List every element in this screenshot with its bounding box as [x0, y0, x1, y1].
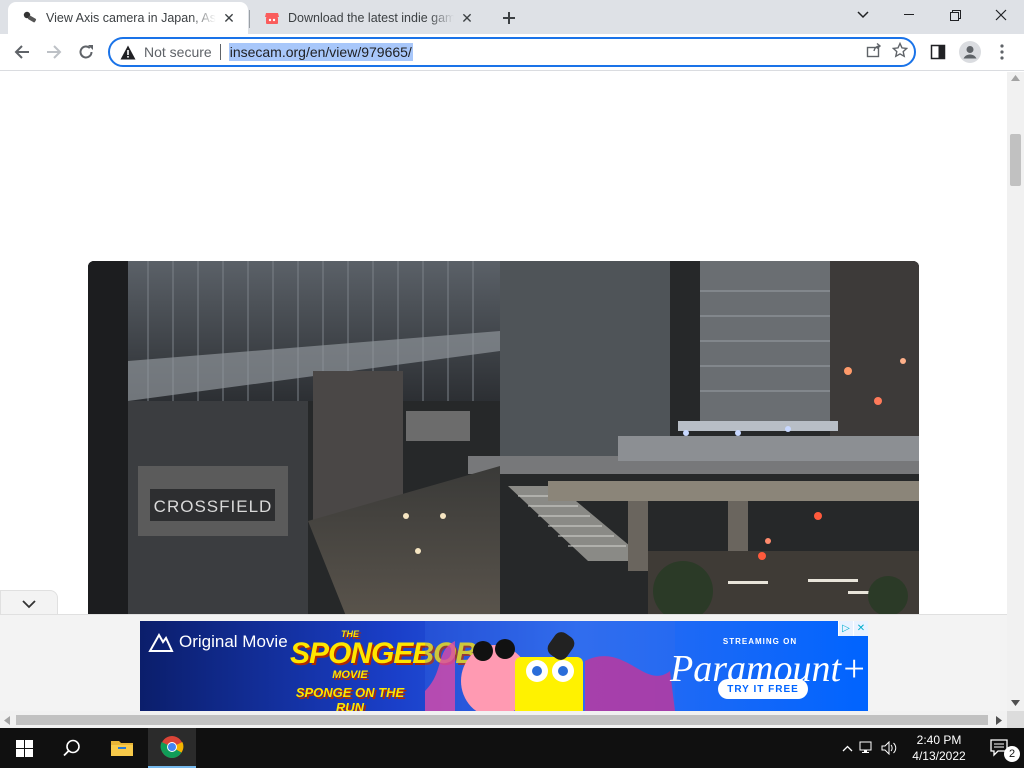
arrow-right-icon: [47, 45, 62, 59]
bookmark-star-icon[interactable]: [891, 41, 909, 63]
ad-original-movie-label: Original Movie: [179, 632, 288, 651]
minimize-icon: [904, 14, 914, 15]
new-tab-button[interactable]: [497, 6, 521, 30]
chrome-taskbar-button[interactable]: [148, 728, 196, 768]
address-bar[interactable]: Not secure insecam.org/en/view/979665/: [108, 37, 916, 67]
tab-title: Download the latest indie games: [288, 11, 454, 25]
restore-icon: [949, 9, 961, 21]
ad-spongebob-title: THE SPONGEBOB MOVIE SPONGE ON THE RUN: [290, 629, 477, 711]
scrollbar-corner: [1007, 711, 1024, 728]
ad-title-main: SPONGEBOB: [290, 637, 477, 670]
horizontal-scrollbar[interactable]: [0, 711, 1007, 728]
tab-close-icon[interactable]: ✕: [220, 9, 238, 27]
profile-avatar-icon: [959, 41, 981, 63]
tab-strip: View Axis camera in Japan, Asahi ✕ Downl…: [0, 0, 1024, 34]
scroll-down-arrow-icon[interactable]: [1011, 700, 1020, 706]
ad-characters-image: [425, 621, 675, 711]
security-status[interactable]: Not secure: [144, 44, 212, 60]
profile-button[interactable]: [956, 38, 984, 66]
reload-icon: [79, 45, 93, 59]
forward-button[interactable]: [40, 38, 68, 66]
system-tray: [838, 728, 900, 768]
plus-icon: [503, 12, 515, 24]
close-window-button[interactable]: [978, 0, 1024, 30]
camera-favicon-icon: [22, 10, 38, 26]
svg-text:CROSSFIELD: CROSSFIELD: [154, 497, 273, 516]
minimize-button[interactable]: [886, 0, 932, 30]
search-icon: [63, 739, 80, 757]
ad-title-sub: MOVIE: [332, 669, 368, 681]
close-icon: [995, 9, 1007, 21]
volume-icon[interactable]: [878, 741, 900, 755]
show-hidden-icons-chevron-up-icon[interactable]: [838, 745, 856, 752]
kebab-menu-icon: [1000, 44, 1004, 60]
ad-choices[interactable]: ▷ ✕: [838, 621, 868, 636]
tab-camera[interactable]: View Axis camera in Japan, Asahi ✕: [8, 2, 248, 34]
clock-date: 4/13/2022: [912, 749, 966, 763]
ad-info-icon[interactable]: ▷: [838, 621, 853, 636]
ad-tagline: SPONGE ON THE RUN: [295, 685, 405, 711]
start-button[interactable]: [0, 728, 48, 768]
windows-taskbar: 2:40 PM 4/13/2022 2: [0, 728, 1024, 768]
vertical-scroll-thumb[interactable]: [1010, 134, 1021, 186]
back-button[interactable]: [8, 38, 36, 66]
notification-count-badge: 2: [1004, 746, 1020, 762]
chevron-down-icon: [857, 11, 869, 19]
ad-try-free-button[interactable]: TRY IT FREE: [718, 679, 808, 699]
ad-close-icon[interactable]: ✕: [853, 621, 868, 636]
clock-time: 2:40 PM: [916, 733, 962, 747]
share-icon[interactable]: [866, 42, 882, 63]
url-text[interactable]: insecam.org/en/view/979665/: [228, 43, 413, 61]
file-explorer-icon: [111, 741, 133, 756]
browser-toolbar: Not secure insecam.org/en/view/979665/: [0, 34, 1024, 71]
scroll-up-arrow-icon[interactable]: [1011, 75, 1020, 81]
chrome-icon: [160, 736, 184, 758]
side-panel-button[interactable]: [924, 38, 952, 66]
tab-title: View Axis camera in Japan, Asahi: [46, 11, 216, 25]
tab-search-button[interactable]: [840, 0, 886, 30]
chevron-down-icon: [22, 599, 36, 608]
network-icon[interactable]: [856, 741, 878, 755]
arrow-left-icon: [14, 45, 29, 59]
paramount-ad-banner[interactable]: Original Movie THE SPONGEBOB MOVIE SPONG…: [140, 621, 868, 711]
camera-feed-image[interactable]: CROSSFIELD: [88, 261, 919, 621]
file-explorer-button[interactable]: [98, 728, 146, 768]
taskbar-clock[interactable]: 2:40 PM 4/13/2022: [904, 732, 974, 764]
scroll-left-arrow-icon[interactable]: [4, 716, 10, 725]
warning-icon[interactable]: [120, 44, 136, 60]
ad-streaming-on: STREAMING ON: [722, 637, 798, 646]
ad-collapse-button[interactable]: [0, 590, 58, 616]
horizontal-scroll-thumb[interactable]: [16, 715, 988, 725]
tab-close-icon[interactable]: ✕: [458, 9, 476, 27]
restore-button[interactable]: [932, 0, 978, 30]
windows-start-icon: [15, 739, 33, 757]
search-button[interactable]: [48, 728, 96, 768]
scroll-right-arrow-icon[interactable]: [996, 716, 1002, 725]
paramount-mountain-icon: [148, 632, 174, 652]
tab-itch[interactable]: Download the latest indie games ✕: [250, 2, 486, 34]
ad-original-movie: Original Movie: [148, 631, 288, 653]
menu-button[interactable]: [988, 38, 1016, 66]
notifications-button[interactable]: 2: [976, 728, 1024, 768]
itch-favicon-icon: [264, 10, 280, 26]
screen: View Axis camera in Japan, Asahi ✕ Downl…: [0, 0, 1024, 768]
vertical-scrollbar[interactable]: [1007, 72, 1024, 711]
reload-button[interactable]: [72, 38, 100, 66]
side-panel-icon: [930, 44, 946, 60]
address-divider: [219, 44, 221, 60]
